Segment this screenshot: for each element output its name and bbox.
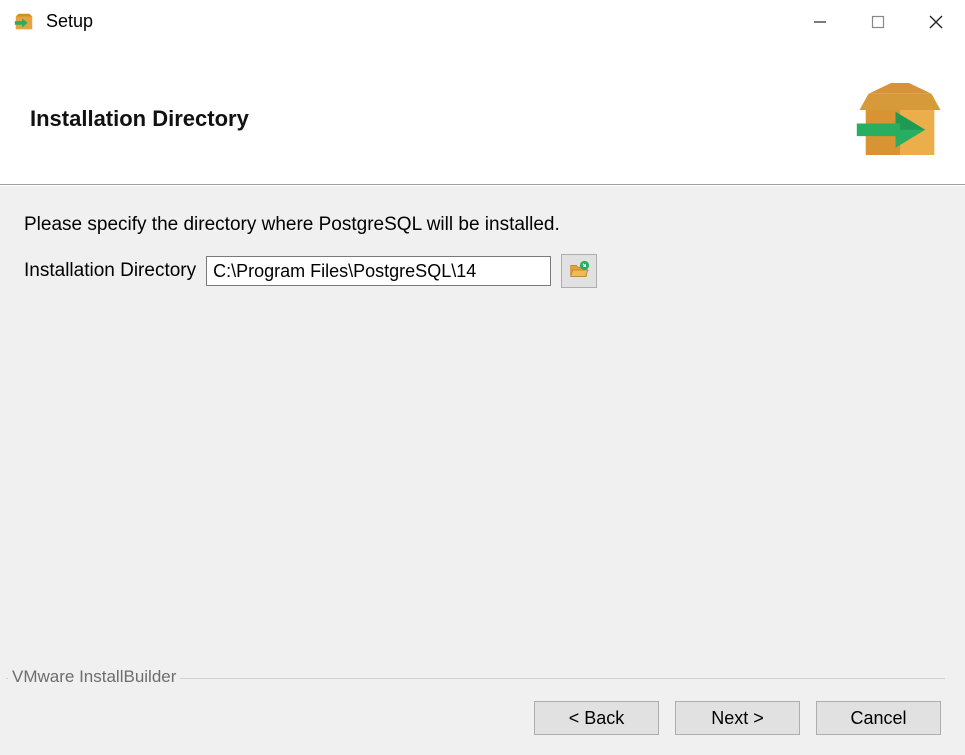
install-dir-row: Installation Directory: [24, 254, 941, 288]
app-icon: [12, 10, 36, 34]
install-dir-label: Installation Directory: [24, 260, 196, 282]
page-title: Installation Directory: [30, 106, 855, 132]
wizard-buttons: < Back Next > Cancel: [6, 679, 945, 735]
back-button[interactable]: < Back: [534, 701, 659, 735]
minimize-button[interactable]: [791, 0, 849, 43]
installer-box-icon: [855, 74, 945, 164]
header-area: Installation Directory: [0, 44, 965, 185]
maximize-button[interactable]: [849, 0, 907, 43]
window-title: Setup: [46, 11, 93, 32]
folder-open-icon: [568, 259, 590, 284]
content-area: Please specify the directory where Postg…: [0, 185, 965, 674]
next-button[interactable]: Next >: [675, 701, 800, 735]
instruction-text: Please specify the directory where Postg…: [24, 214, 941, 236]
install-dir-input[interactable]: [206, 256, 551, 286]
branding-label: VMware InstallBuilder: [8, 667, 180, 687]
footer: VMware InstallBuilder < Back Next > Canc…: [0, 674, 965, 755]
close-button[interactable]: [907, 0, 965, 43]
cancel-button[interactable]: Cancel: [816, 701, 941, 735]
window-controls: [791, 0, 965, 43]
browse-button[interactable]: [561, 254, 597, 288]
titlebar: Setup: [0, 0, 965, 44]
footer-group: VMware InstallBuilder < Back Next > Canc…: [6, 678, 945, 735]
